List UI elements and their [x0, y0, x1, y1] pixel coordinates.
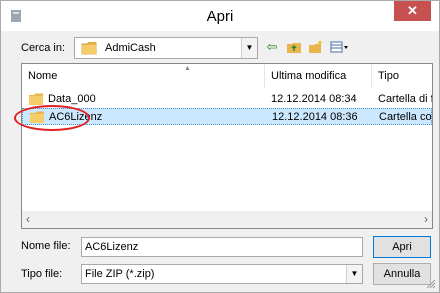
filetype-label: Tipo file: [21, 268, 63, 280]
scroll-left-icon[interactable]: ‹ [26, 212, 30, 226]
filename-input[interactable]: AC6Lizenz [81, 237, 363, 257]
file-row[interactable]: Data_000 12.12.2014 08:34 Cartella di fi [22, 91, 432, 108]
close-icon: ✕ [407, 3, 418, 18]
lookin-value: AdmiCash [105, 42, 156, 54]
scroll-right-icon[interactable]: › [424, 212, 428, 226]
folder-icon [28, 92, 44, 106]
resize-grip-icon[interactable] [426, 279, 436, 289]
filetype-select[interactable]: File ZIP (*.zip) ▼ [81, 264, 363, 284]
file-type: Cartella di fi [378, 93, 433, 105]
lookin-label: Cerca in: [21, 42, 66, 54]
back-arrow-icon[interactable]: ⇦ [264, 39, 280, 55]
folder-icon [81, 41, 97, 55]
file-modified: 12.12.2014 08:34 [271, 93, 357, 105]
file-type: Cartella con [379, 111, 433, 123]
window-title: Apri [206, 8, 234, 25]
lookin-dropdown[interactable]: AdmiCash ▼ [74, 37, 258, 59]
open-dialog: Apri ✕ Cerca in: AdmiCash ▼ ⇦ Nome ▲ Ult… [0, 0, 440, 293]
close-button[interactable]: ✕ [394, 1, 431, 21]
file-list[interactable]: Nome ▲ Ultima modifica Tipo Data_000 12.… [21, 63, 433, 229]
up-folder-icon[interactable] [286, 39, 302, 55]
toolbar: ⇦ [264, 39, 348, 57]
cancel-button[interactable]: Annulla [373, 263, 431, 285]
column-header-name[interactable]: Nome [22, 64, 265, 88]
chevron-down-icon[interactable]: ▼ [346, 265, 362, 283]
horizontal-scrollbar[interactable]: ‹ › [22, 211, 432, 228]
file-modified: 12.12.2014 08:36 [272, 111, 358, 123]
column-header-modified[interactable]: Ultima modifica [265, 64, 372, 88]
column-header-type[interactable]: Tipo [372, 64, 432, 88]
file-name: Data_000 [48, 93, 96, 105]
open-button[interactable]: Apri [373, 236, 431, 258]
view-menu-icon[interactable] [330, 39, 348, 55]
highlight-oval [14, 105, 90, 131]
sort-arrow-icon: ▲ [184, 65, 191, 72]
new-folder-icon[interactable] [308, 39, 324, 55]
chevron-down-icon[interactable]: ▼ [241, 38, 257, 58]
filename-label: Nome file: [21, 240, 71, 252]
title-bar: Apri ✕ [1, 1, 439, 31]
